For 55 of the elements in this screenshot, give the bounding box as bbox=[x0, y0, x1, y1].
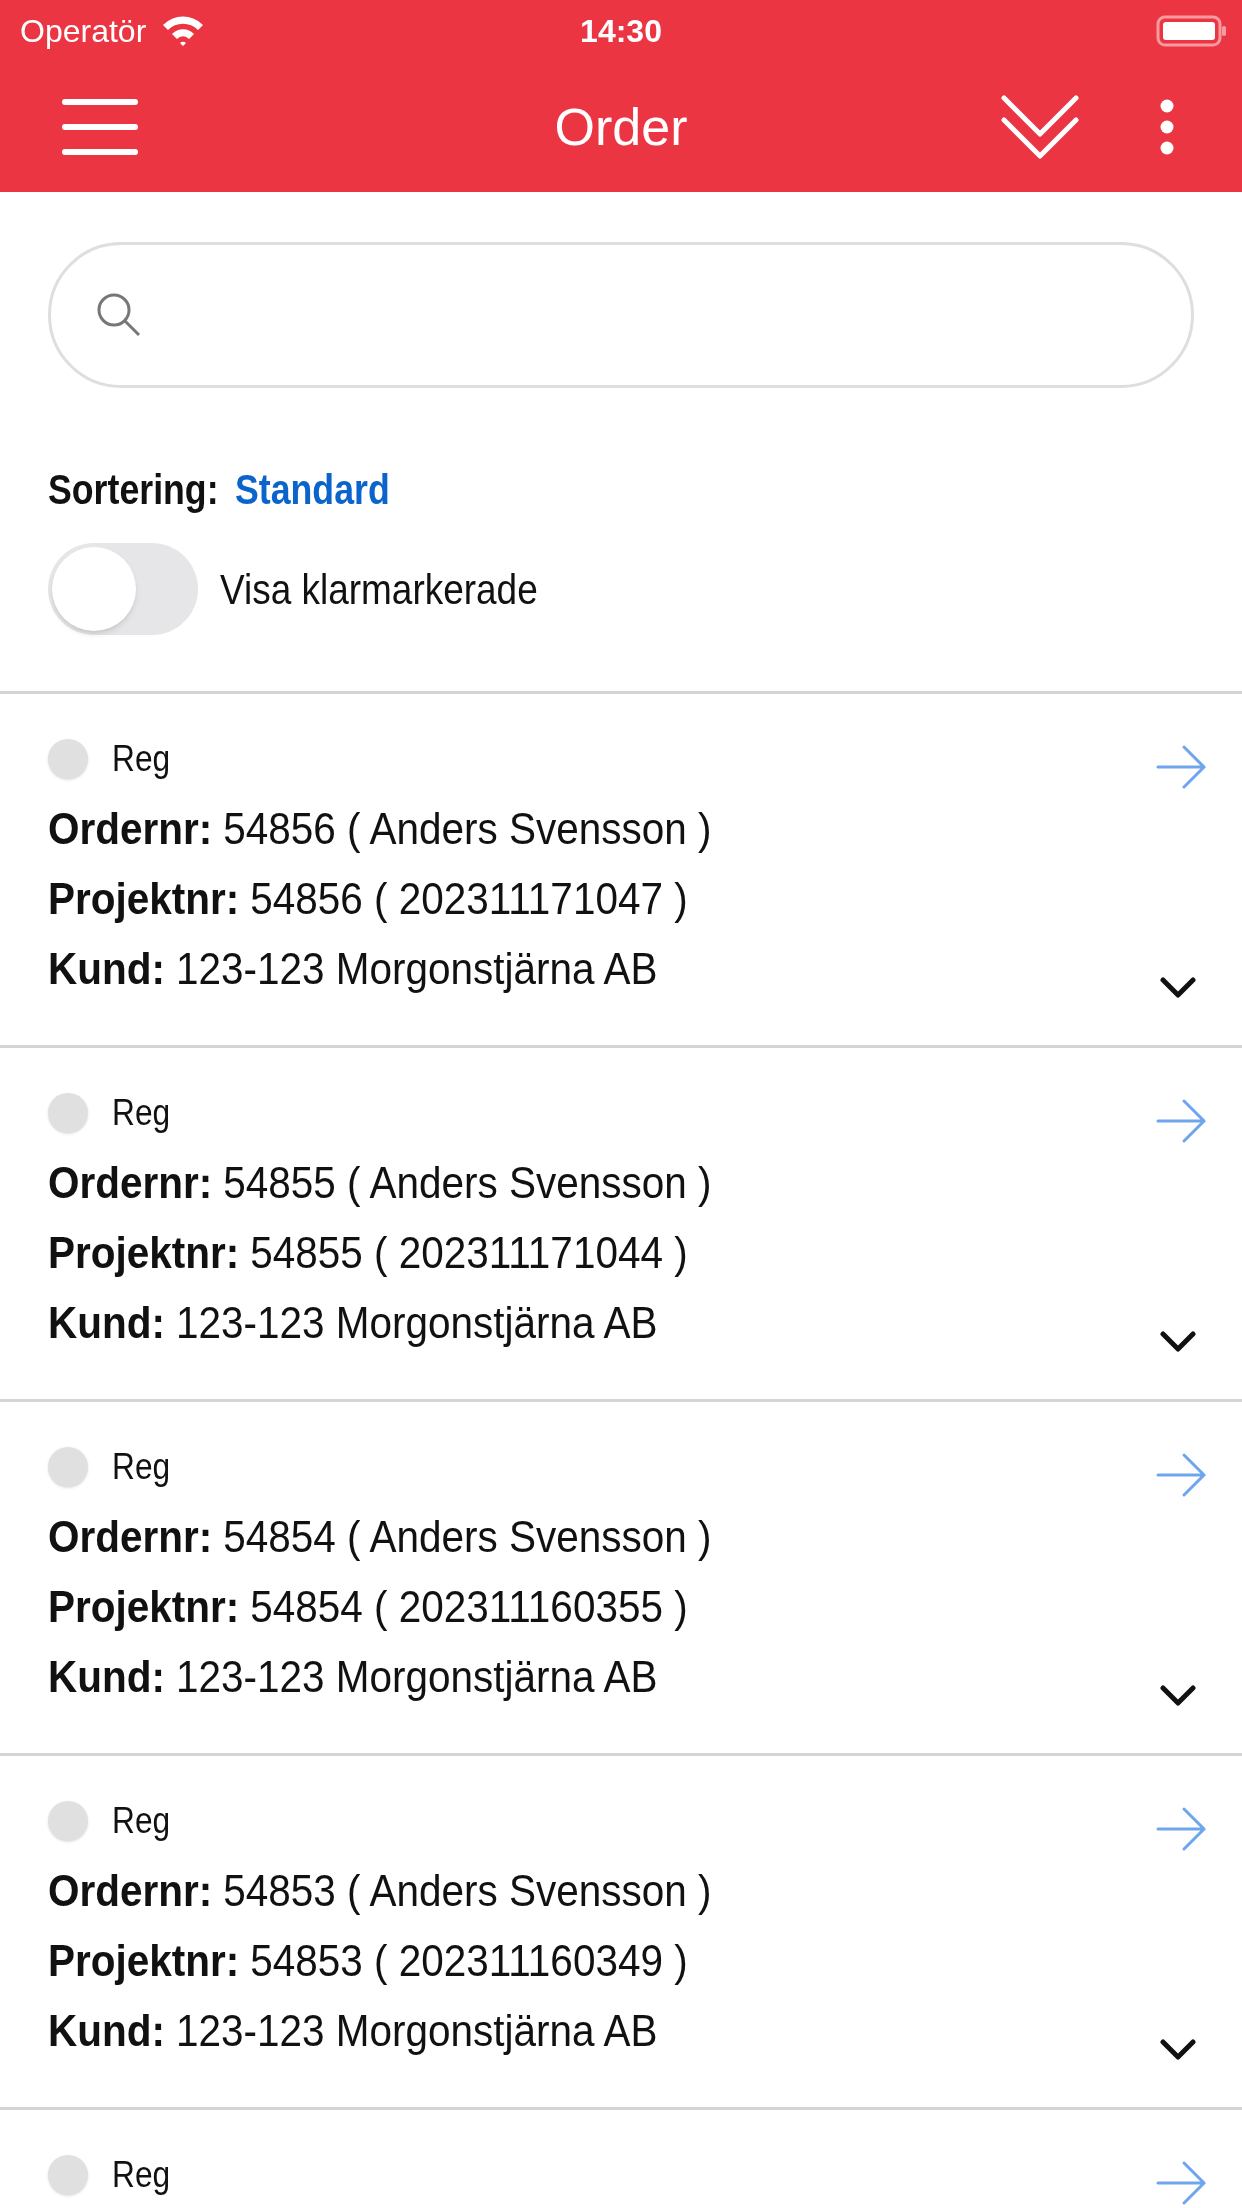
arrow-right-icon[interactable] bbox=[1156, 1806, 1208, 1852]
sorting-link[interactable]: Standard bbox=[234, 458, 390, 521]
field-label: Projektnr: bbox=[48, 1581, 240, 1633]
field-label: Kund: bbox=[48, 943, 165, 995]
field-label: Projektnr: bbox=[48, 1935, 240, 1987]
radio-button[interactable] bbox=[48, 2155, 88, 2195]
status-label: Reg bbox=[112, 737, 171, 781]
field-value: 54856 ( 202311171047 ) bbox=[250, 873, 688, 925]
field-label: Ordernr: bbox=[48, 1865, 213, 1917]
arrow-right-icon[interactable] bbox=[1156, 1098, 1208, 1144]
field-label: Ordernr: bbox=[48, 1157, 213, 1209]
field-value: 123-123 Morgonstjärna AB bbox=[175, 943, 658, 995]
field-value: 54854 ( Anders Svensson ) bbox=[223, 1511, 712, 1563]
field-label: Ordernr: bbox=[48, 803, 213, 855]
clock-time: 14:30 bbox=[580, 12, 662, 51]
chevron-down-icon[interactable] bbox=[1160, 1331, 1196, 1353]
field-label: Kund: bbox=[48, 1297, 165, 1349]
menu-button[interactable] bbox=[62, 97, 138, 157]
radio-button[interactable] bbox=[48, 1093, 88, 1133]
chevron-down-icon[interactable] bbox=[1160, 2039, 1196, 2061]
status-label: Reg bbox=[112, 1445, 171, 1489]
field-value: 54853 ( Anders Svensson ) bbox=[223, 1865, 712, 1917]
field-label: Ordernr: bbox=[48, 1511, 213, 1563]
chevron-down-icon[interactable] bbox=[1160, 1685, 1196, 1707]
radio-button[interactable] bbox=[48, 1447, 88, 1487]
status-label: Reg bbox=[112, 1091, 171, 1135]
screen-title: Order bbox=[554, 97, 688, 158]
field-label: Projektnr: bbox=[48, 873, 240, 925]
battery-icon bbox=[1156, 14, 1228, 48]
field-value: 54855 ( Anders Svensson ) bbox=[223, 1157, 712, 1209]
field-value: 123-123 Morgonstjärna AB bbox=[175, 1297, 658, 1349]
field-value: 54855 ( 202311171044 ) bbox=[250, 1227, 688, 1279]
arrow-right-icon[interactable] bbox=[1156, 1452, 1208, 1498]
field-label: Kund: bbox=[48, 1651, 165, 1703]
field-value: 123-123 Morgonstjärna AB bbox=[175, 2005, 658, 2057]
search-field[interactable] bbox=[48, 242, 1194, 388]
status-label: Reg bbox=[112, 2153, 171, 2197]
field-label: Kund: bbox=[48, 2005, 165, 2057]
field-label: Projektnr: bbox=[48, 1227, 240, 1279]
double-chevron-icon[interactable] bbox=[1000, 94, 1080, 160]
more-icon[interactable] bbox=[1160, 99, 1174, 155]
status-label: Reg bbox=[112, 1799, 171, 1843]
search-icon bbox=[95, 291, 143, 339]
field-value: 54853 ( 202311160349 ) bbox=[250, 1935, 688, 1987]
field-value: 123-123 Morgonstjärna AB bbox=[175, 1651, 658, 1703]
radio-button[interactable] bbox=[48, 739, 88, 779]
arrow-right-icon[interactable] bbox=[1156, 744, 1208, 790]
chevron-down-icon[interactable] bbox=[1160, 977, 1196, 999]
carrier-name: Operatör bbox=[20, 12, 147, 51]
field-value: 54854 ( 202311160355 ) bbox=[250, 1581, 688, 1633]
toggle-label: Visa klarmarkerade bbox=[220, 564, 538, 615]
radio-button[interactable] bbox=[48, 1801, 88, 1841]
sorting-label: Sortering: bbox=[48, 465, 219, 515]
arrow-right-icon[interactable] bbox=[1156, 2160, 1208, 2206]
field-value: 54856 ( Anders Svensson ) bbox=[223, 803, 712, 855]
